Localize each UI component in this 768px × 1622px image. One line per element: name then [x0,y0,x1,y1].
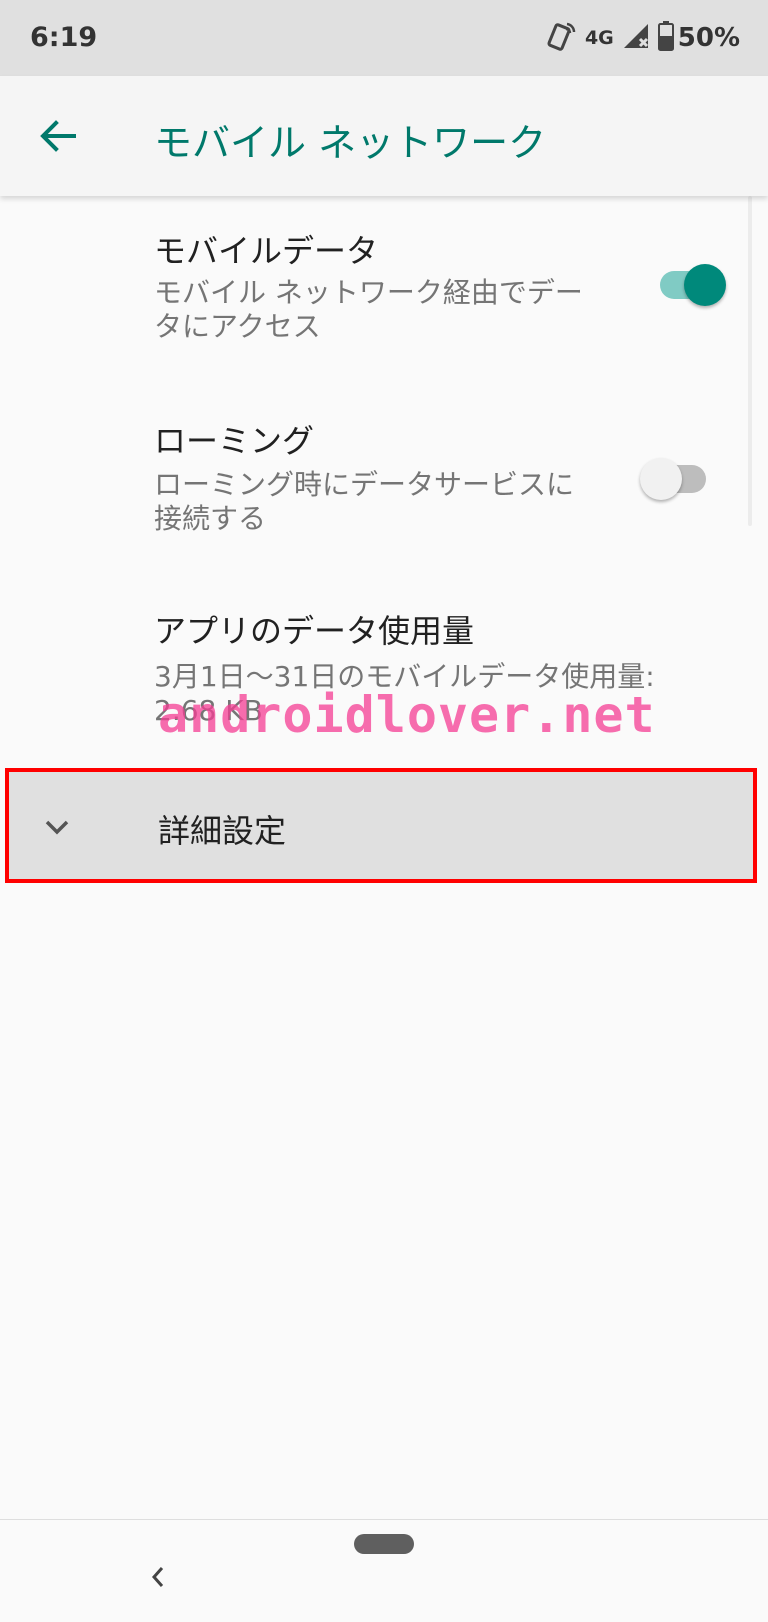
pref-mobile-data-summary: モバイル ネットワーク経由でデータにアクセス [154,276,583,343]
chevron-down-icon [45,820,69,835]
network-type: 4G [584,27,614,49]
navigation-bar [0,1519,768,1622]
watermark: androidlover.net [158,686,656,744]
switch-thumb [640,458,682,500]
battery-icon [657,21,674,55]
status-icons: 4G 50% [539,20,740,56]
pref-roaming-title: ローミング [154,422,315,460]
status-time: 6:19 [30,22,98,53]
scroll-indicator [748,196,752,526]
advanced-settings-row[interactable]: 詳細設定 [5,768,757,883]
pref-app-data-usage-title: アプリのデータ使用量 [154,612,475,650]
chevron-left-icon[interactable] [146,1562,170,1592]
pref-roaming-summary: ローミング時にデータサービスに接続する [154,468,575,535]
switch-thumb [684,264,726,306]
pref-mobile-data[interactable]: モバイルデータ モバイル ネットワーク経由でデータにアクセス [0,196,768,386]
page-title: モバイル ネットワーク [154,121,547,165]
back-button[interactable] [28,106,88,166]
signal-icon [622,22,650,54]
home-pill-button[interactable] [354,1534,414,1554]
roaming-switch[interactable] [640,456,712,502]
nfc-phone-icon [547,20,577,56]
status-bar: 6:19 4G 50% [0,0,768,76]
battery-percent: 50% [677,23,740,53]
arrow-left-icon [40,120,76,152]
mobile-data-switch[interactable] [654,262,726,308]
advanced-settings-title: 詳細設定 [158,812,287,850]
pref-roaming[interactable]: ローミング ローミング時にデータサービスに接続する [0,386,768,576]
pref-mobile-data-title: モバイルデータ [154,232,379,270]
app-bar: モバイル ネットワーク [0,76,768,196]
